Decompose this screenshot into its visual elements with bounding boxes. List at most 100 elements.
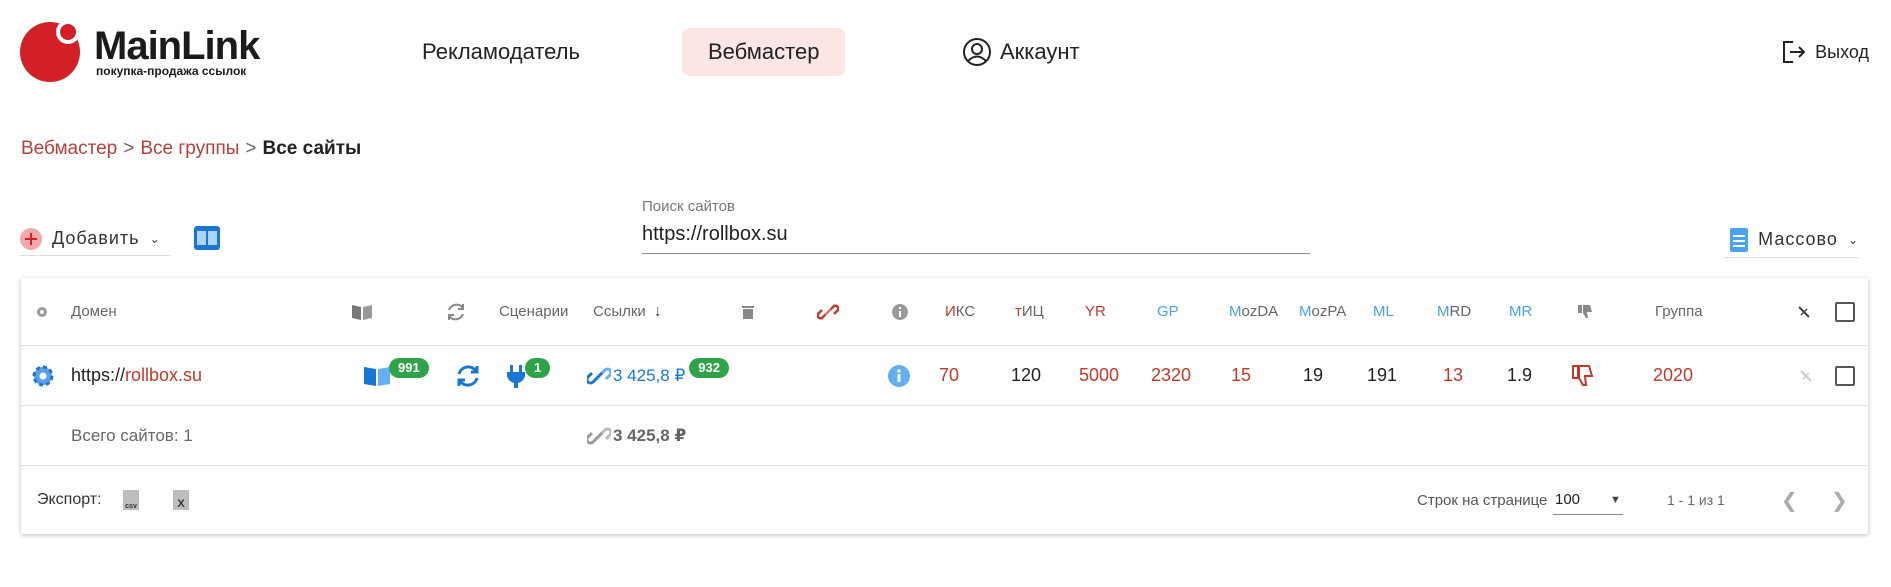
- search-label: Поиск сайтов: [642, 198, 735, 215]
- mass-actions-button[interactable]: Массово ⌄: [1724, 222, 1859, 258]
- arrow-down-icon: ↓: [653, 302, 662, 320]
- logo-dot-icon: [56, 20, 80, 44]
- caret-down-icon: ▼: [1610, 493, 1621, 506]
- domain-prefix: https://: [71, 365, 126, 385]
- rows-per-page-value: 100: [1555, 491, 1581, 508]
- header-ml[interactable]: ML: [1373, 278, 1394, 345]
- add-button-label: Добавить: [52, 228, 140, 248]
- unlink-header-icon: [1797, 278, 1811, 345]
- rows-per-page-select[interactable]: 100 ▼: [1553, 466, 1623, 534]
- xls-file-label: X: [177, 498, 185, 510]
- plus-circle-icon: [20, 227, 42, 250]
- select-all-checkbox[interactable]: [1835, 278, 1855, 345]
- total-sites-label: Всего сайтов: 1: [71, 425, 193, 445]
- mrd-value: 13: [1443, 365, 1464, 385]
- refresh-header-icon: [445, 278, 467, 345]
- header-mozda-rest: ozDA: [1241, 303, 1279, 320]
- header-mozpa-prefix: M: [1299, 303, 1312, 320]
- logo[interactable]: MainLink покупка-продажа ссылок: [20, 20, 260, 84]
- links-badge: 932: [689, 357, 729, 378]
- header-mrd[interactable]: M RD: [1437, 278, 1471, 345]
- scenarios-cell[interactable]: 1: [505, 346, 551, 405]
- prev-page-icon[interactable]: ❮: [1781, 466, 1798, 534]
- broken-link-header-icon: [817, 278, 839, 345]
- link-icon: [587, 364, 611, 388]
- header-mozda-prefix: M: [1229, 303, 1242, 320]
- checkbox-box: [1835, 365, 1855, 386]
- header-tic-prefix: т: [1015, 303, 1022, 320]
- export-xls-button[interactable]: X: [173, 466, 189, 534]
- breadcrumb-all-groups[interactable]: Все группы: [140, 138, 239, 159]
- ml-value: 191: [1367, 365, 1398, 385]
- checkbox-box: [1835, 301, 1855, 322]
- header-group[interactable]: Группа: [1655, 278, 1703, 345]
- logout-button[interactable]: Выход: [1779, 38, 1869, 66]
- header-links[interactable]: Ссылки ↓: [593, 278, 662, 345]
- logout-icon: [1779, 38, 1807, 66]
- pagination-range: 1 - 1 из 1: [1667, 492, 1725, 508]
- nav-advertiser[interactable]: Рекламодатель: [396, 28, 606, 76]
- nav-account-label: Аккаунт: [1000, 39, 1080, 64]
- logo-title: MainLink: [94, 24, 260, 68]
- export-csv-button[interactable]: csv: [123, 466, 139, 534]
- mozda-value: 15: [1231, 365, 1252, 385]
- header-mrd-prefix: M: [1437, 303, 1450, 320]
- domain-link[interactable]: https://rollbox.su: [71, 346, 202, 405]
- header-mr[interactable]: MR: [1509, 278, 1532, 345]
- refresh-icon[interactable]: [455, 346, 481, 405]
- header-iks-prefix: И: [945, 303, 956, 320]
- rows-per-page-label: Строк на странице: [1417, 491, 1548, 509]
- xls-file-icon: X: [173, 490, 189, 510]
- header-mozpa[interactable]: MozPA: [1299, 278, 1346, 345]
- header-gp[interactable]: GP: [1157, 278, 1179, 345]
- header-iks-rest: КС: [955, 303, 976, 320]
- book-icon: [363, 365, 391, 387]
- header-tic[interactable]: т ИЦ: [1015, 278, 1044, 345]
- breadcrumb-webmaster[interactable]: Вебмастер: [21, 138, 117, 159]
- thumbs-down-icon[interactable]: [1571, 346, 1595, 405]
- total-amount: 3 425,8 ₽: [613, 425, 687, 445]
- mozpa-value: 19: [1303, 365, 1324, 385]
- header-mozda[interactable]: MozDA: [1229, 278, 1278, 345]
- columns-view-icon[interactable]: [194, 226, 220, 250]
- sites-table: Домен Сценарии Ссылки ↓ И КС т ИЦ YR GP Mo…: [21, 278, 1868, 534]
- header-scenarios[interactable]: Сценарии: [499, 278, 568, 345]
- search-field[interactable]: Поиск сайтов: [642, 196, 1310, 254]
- header-iks[interactable]: И КС: [945, 278, 975, 345]
- thumbs-down-header-icon: [1577, 278, 1593, 345]
- pages-cell[interactable]: 991: [363, 346, 429, 405]
- trash-header-icon: [741, 278, 755, 345]
- user-circle-icon: [962, 37, 992, 67]
- breadcrumb: Вебмастер > Все группы > Все сайты: [21, 138, 361, 160]
- table-total-row: Всего сайтов: 1 3 425,8 ₽: [21, 406, 1868, 466]
- nav-account[interactable]: Аккаунт: [936, 28, 1106, 76]
- domain-name: rollbox.su: [125, 365, 203, 385]
- chevron-down-icon: ⌄: [149, 231, 161, 246]
- search-input[interactable]: [642, 223, 1310, 246]
- yr-value: 5000: [1079, 365, 1120, 385]
- header-domain[interactable]: Домен: [71, 278, 117, 345]
- breadcrumb-separator: >: [123, 138, 135, 159]
- links-amount: 3 425,8 ₽: [613, 365, 686, 385]
- rows-per-page-field: 100 ▼: [1553, 485, 1623, 515]
- total-amount-cell: 3 425,8 ₽: [587, 406, 686, 465]
- links-cell[interactable]: 3 425,8 ₽ 932: [587, 346, 729, 405]
- unlink-icon[interactable]: [1799, 346, 1813, 405]
- header-yr[interactable]: YR: [1085, 278, 1106, 345]
- header-tic-rest: ИЦ: [1021, 303, 1044, 320]
- tic-value: 120: [1011, 365, 1042, 385]
- add-button[interactable]: Добавить ⌄: [20, 222, 171, 256]
- nav-webmaster[interactable]: Вебмастер: [682, 28, 846, 76]
- group-value[interactable]: 2020: [1653, 346, 1693, 405]
- breadcrumb-separator: >: [245, 138, 257, 159]
- header-links-label: Ссылки: [593, 303, 646, 320]
- next-page-icon[interactable]: ❯: [1831, 466, 1848, 534]
- settings-gear-icon[interactable]: [31, 346, 55, 405]
- breadcrumb-current: Все сайты: [262, 138, 362, 159]
- link-icon: [587, 424, 611, 448]
- row-checkbox[interactable]: [1835, 346, 1855, 405]
- pages-badge: 991: [389, 357, 429, 378]
- header: MainLink покупка-продажа ссылок Рекламод…: [0, 0, 1891, 104]
- mass-actions-label: Массово: [1758, 229, 1838, 249]
- info-icon[interactable]: [887, 346, 911, 405]
